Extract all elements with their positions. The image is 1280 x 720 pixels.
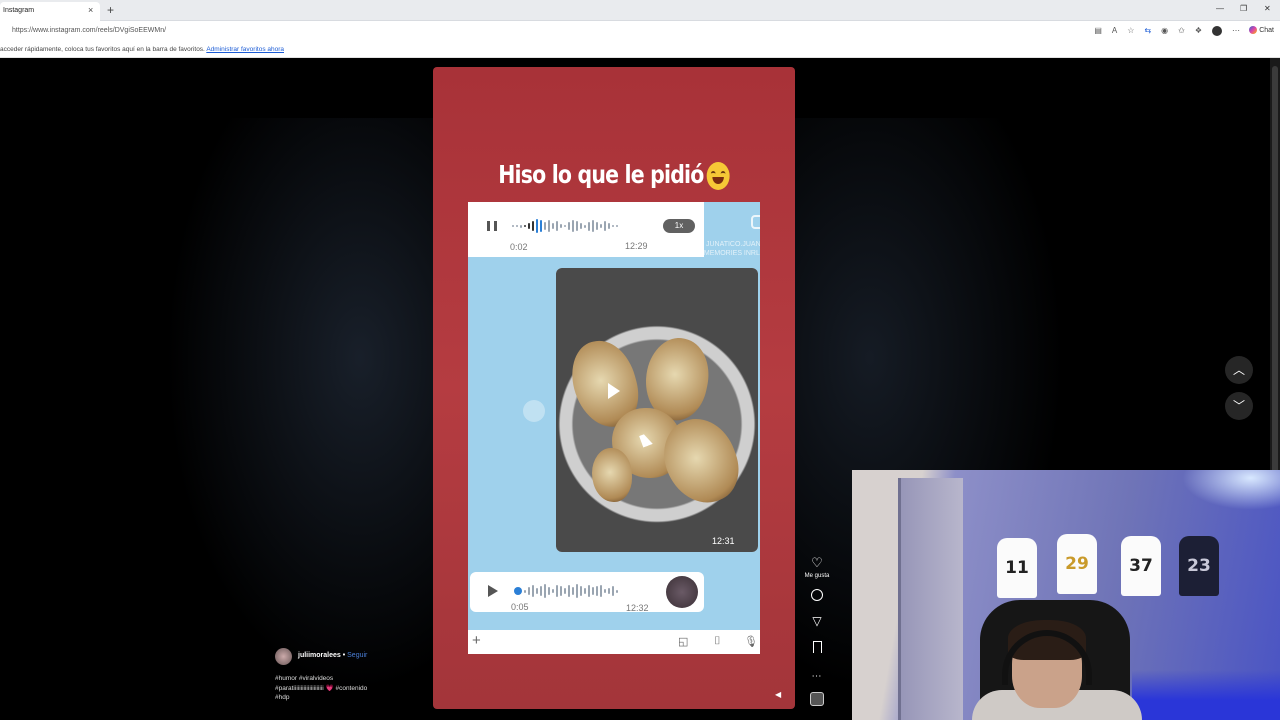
jersey-number: 23 bbox=[1187, 556, 1211, 576]
instagram-watermark-icon bbox=[751, 215, 760, 229]
led-light bbox=[1132, 670, 1280, 720]
video-message-time: 12:31 bbox=[712, 536, 735, 546]
waveform-icon bbox=[512, 219, 618, 233]
video-play-icon bbox=[608, 383, 620, 399]
sender-avatar bbox=[666, 576, 698, 608]
tab-title: Instagram bbox=[3, 7, 35, 14]
voice-note-1-time: 12:29 bbox=[625, 241, 648, 251]
reel-description: #humor #viralvideos #paratiiiiiiiiiiiiii… bbox=[275, 674, 425, 703]
chevron-up-icon: ︿ bbox=[1232, 363, 1245, 377]
copilot-chat-button[interactable]: Chat bbox=[1249, 26, 1274, 34]
laughing-emoji-icon bbox=[706, 162, 730, 190]
more-button[interactable]: ⋯ bbox=[804, 666, 830, 684]
jersey-number: 37 bbox=[1129, 556, 1153, 576]
jersey: 37 bbox=[1121, 536, 1161, 596]
browser-tab[interactable]: Instagram × bbox=[0, 2, 100, 21]
comment-button[interactable] bbox=[804, 588, 830, 606]
heart-icon: ♡ bbox=[811, 555, 823, 570]
voice-note-1: 1x 0:02 12:29 bbox=[468, 202, 704, 257]
minimize-icon[interactable]: — bbox=[1216, 4, 1224, 13]
potato bbox=[592, 448, 632, 502]
jersey: 29 bbox=[1057, 534, 1097, 594]
like-label: Me gusta bbox=[804, 573, 830, 579]
caption-line: #paratiiiiiiiiiiiiiiiiiiiii 💗 #contenido bbox=[275, 684, 368, 692]
room-door bbox=[898, 478, 963, 720]
profile-avatar[interactable] bbox=[1212, 26, 1222, 36]
reader-icon[interactable]: ▤ bbox=[1094, 26, 1102, 36]
extension-icon[interactable]: ◉ bbox=[1161, 26, 1168, 36]
audio-button[interactable] bbox=[804, 692, 830, 711]
more-icon: ⋯ bbox=[811, 671, 823, 682]
jersey: 11 bbox=[997, 538, 1037, 598]
sticker-icon: ◱ bbox=[678, 636, 689, 648]
favorites-bar: acceder rápidamente, coloca tus favorito… bbox=[0, 41, 1280, 58]
share-button[interactable]: ▽ bbox=[804, 612, 830, 630]
chat-label: Chat bbox=[1259, 26, 1274, 34]
like-button[interactable]: ♡ Me gusta bbox=[804, 554, 830, 579]
author-name-row: juliimoralees • Seguir bbox=[298, 652, 367, 659]
new-tab-icon[interactable]: + bbox=[107, 3, 114, 17]
manage-favorites-link[interactable]: Administrar favoritos ahora bbox=[206, 46, 284, 53]
copilot-icon bbox=[1249, 26, 1258, 34]
reel-video[interactable]: Hiso lo que le pidió 1x 0:02 12:29 JUNAT… bbox=[433, 67, 795, 709]
favorites-bar-text: acceder rápidamente, coloca tus favorito… bbox=[0, 46, 205, 53]
author-avatar[interactable] bbox=[275, 648, 292, 665]
audio-icon bbox=[810, 692, 824, 706]
jersey-number: 29 bbox=[1065, 554, 1089, 574]
jersey: 23 bbox=[1179, 536, 1219, 596]
mic-icon: 🎙 bbox=[744, 636, 758, 648]
favorites-bar-message: acceder rápidamente, coloca tus favorito… bbox=[0, 46, 284, 53]
tab-close-icon[interactable]: × bbox=[88, 5, 93, 15]
address-bar: https://www.instagram.com/reels/DVgiSoEE… bbox=[0, 21, 1280, 41]
waveform-icon bbox=[514, 584, 618, 598]
pause-icon bbox=[487, 221, 497, 231]
follow-button[interactable]: Seguir bbox=[347, 652, 367, 659]
translate-icon[interactable]: ⇆ bbox=[1144, 26, 1151, 36]
chat-input-bar: + ◱ ⌷ 🎙 bbox=[468, 630, 760, 654]
comment-icon bbox=[811, 589, 823, 601]
voice-note-2-time: 12:32 bbox=[626, 603, 649, 613]
restore-icon[interactable]: ❐ bbox=[1240, 4, 1247, 13]
caption-line: #hdp bbox=[275, 694, 290, 701]
chevron-down-icon: ﹀ bbox=[1232, 399, 1245, 413]
webcam-overlay: 11 29 37 23 bbox=[852, 470, 1280, 720]
bookmark-icon bbox=[812, 641, 822, 653]
previous-reel-button[interactable]: ︿ bbox=[1225, 356, 1253, 384]
close-window-icon[interactable]: ✕ bbox=[1264, 4, 1271, 13]
chat-screenshot: 1x 0:02 12:29 JUNATICO.JUANXXMEMORIES IN… bbox=[468, 202, 760, 654]
play-icon bbox=[488, 585, 498, 597]
url-field[interactable]: https://www.instagram.com/reels/DVgiSoEE… bbox=[12, 27, 166, 34]
creator-watermark: JUNATICO.JUANXXMEMORIES INRLND bbox=[703, 241, 760, 257]
voice-note-2: 0:05 12:32 bbox=[470, 572, 704, 613]
playback-speed-badge: 1x bbox=[663, 219, 695, 233]
voice-note-2-elapsed: 0:05 bbox=[511, 602, 529, 612]
read-aloud-icon[interactable]: A bbox=[1112, 26, 1117, 36]
audio-toggle-icon[interactable]: ◀︎ bbox=[775, 690, 781, 699]
favorites-icon[interactable]: ✩ bbox=[1178, 26, 1185, 36]
author-username[interactable]: juliimoralees bbox=[298, 652, 341, 659]
jersey-number: 11 bbox=[1005, 558, 1029, 578]
reel-caption-overlay: Hiso lo que le pidió bbox=[466, 160, 763, 190]
caption-line: #humor #viralvideos bbox=[275, 675, 334, 682]
collections-icon[interactable]: ❖ bbox=[1195, 26, 1202, 36]
caption-text: Hiso lo que le pidió bbox=[498, 160, 704, 189]
forward-icon bbox=[523, 400, 545, 422]
menu-icon[interactable]: ⋯ bbox=[1232, 26, 1240, 36]
background-glow-left bbox=[150, 118, 450, 718]
video-message: 12:31 bbox=[556, 268, 758, 552]
address-bar-actions: ▤ A ☆ ⇆ ◉ ✩ ❖ ⋯ bbox=[1094, 26, 1240, 36]
share-icon: ▽ bbox=[812, 614, 822, 628]
camera-icon: ⌷ bbox=[714, 635, 721, 647]
voice-note-1-elapsed: 0:02 bbox=[510, 242, 528, 252]
next-reel-button[interactable]: ﹀ bbox=[1225, 392, 1253, 420]
save-button[interactable] bbox=[804, 640, 830, 658]
favorite-star-icon[interactable]: ☆ bbox=[1127, 26, 1134, 36]
ceiling-light bbox=[1182, 470, 1280, 510]
tab-bar: Instagram × + — ❐ ✕ bbox=[0, 0, 1280, 21]
plus-icon: + bbox=[472, 632, 481, 649]
